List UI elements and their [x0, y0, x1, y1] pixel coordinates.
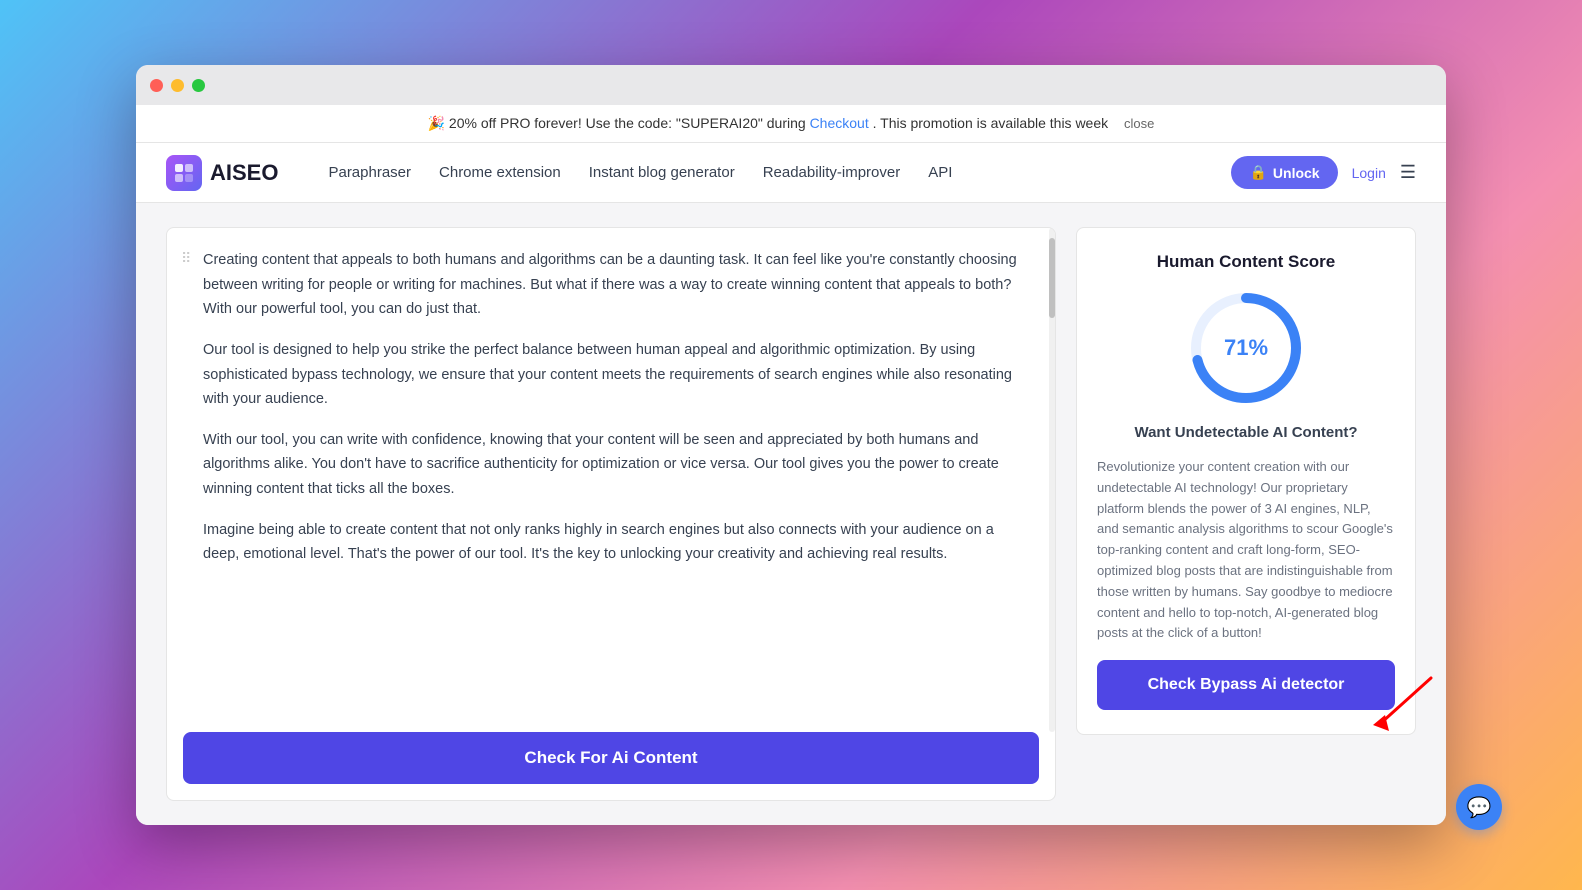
maximize-button[interactable] — [192, 79, 205, 92]
lock-icon: 🔒 — [1249, 164, 1266, 181]
drag-handle-icon: ⠿ — [181, 250, 191, 267]
check-ai-content-button[interactable]: Check For Ai Content — [183, 732, 1039, 784]
scrollbar-track — [1049, 228, 1055, 732]
main-content: ⠿ Creating content that appeals to both … — [136, 203, 1446, 825]
promo-link[interactable]: Checkout — [810, 115, 869, 131]
close-button[interactable] — [150, 79, 163, 92]
right-panel: Human Content Score 71% Want Undetectabl… — [1076, 227, 1416, 735]
nav-actions: 🔒 Unlock Login ☰ — [1231, 156, 1416, 189]
promo-text2: . This promotion is available this week — [873, 115, 1109, 131]
logo-text: AISEO — [210, 160, 278, 186]
logo-icon — [166, 155, 202, 191]
login-link[interactable]: Login — [1352, 165, 1386, 181]
promo-close[interactable]: close — [1124, 116, 1154, 131]
promo-text: 🎉 20% off PRO forever! Use the code: "SU… — [428, 115, 810, 131]
text-area-container: ⠿ Creating content that appeals to both … — [167, 228, 1055, 732]
nav-chrome-extension[interactable]: Chrome extension — [439, 164, 561, 181]
paragraph-2: Our tool is designed to help you strike … — [203, 338, 1031, 412]
unlock-label: Unlock — [1273, 165, 1320, 181]
browser-window: 🎉 20% off PRO forever! Use the code: "SU… — [136, 65, 1446, 825]
nav-paraphraser[interactable]: Paraphraser — [328, 164, 411, 181]
logo-area: AISEO — [166, 155, 278, 191]
score-circle: 71% — [1186, 288, 1306, 408]
text-content[interactable]: Creating content that appeals to both hu… — [203, 248, 1039, 712]
paragraph-4: Imagine being able to create content tha… — [203, 518, 1031, 567]
nav-links: Paraphraser Chrome extension Instant blo… — [328, 164, 1201, 181]
menu-icon[interactable]: ☰ — [1400, 162, 1416, 183]
scrollbar-thumb[interactable] — [1049, 238, 1055, 318]
want-undetectable-text: Want Undetectable AI Content? — [1134, 424, 1357, 441]
score-title: Human Content Score — [1157, 252, 1336, 272]
paragraph-1: Creating content that appeals to both hu… — [203, 248, 1031, 322]
navbar: AISEO Paraphraser Chrome extension Insta… — [136, 143, 1446, 203]
chat-bubble-button[interactable]: 💬 — [1456, 784, 1502, 830]
right-panel-wrapper: Human Content Score 71% Want Undetectabl… — [1076, 227, 1416, 801]
promo-bar: 🎉 20% off PRO forever! Use the code: "SU… — [136, 105, 1446, 143]
minimize-button[interactable] — [171, 79, 184, 92]
check-bypass-button[interactable]: Check Bypass Ai detector — [1097, 660, 1395, 710]
nav-api[interactable]: API — [928, 164, 952, 181]
paragraph-3: With our tool, you can write with confid… — [203, 428, 1031, 502]
description-text: Revolutionize your content creation with… — [1097, 457, 1395, 644]
left-panel: ⠿ Creating content that appeals to both … — [166, 227, 1056, 801]
nav-readability[interactable]: Readability-improver — [763, 164, 901, 181]
browser-titlebar — [136, 65, 1446, 105]
score-value: 71% — [1224, 335, 1268, 361]
nav-blog-generator[interactable]: Instant blog generator — [589, 164, 735, 181]
unlock-button[interactable]: 🔒 Unlock — [1231, 156, 1337, 189]
